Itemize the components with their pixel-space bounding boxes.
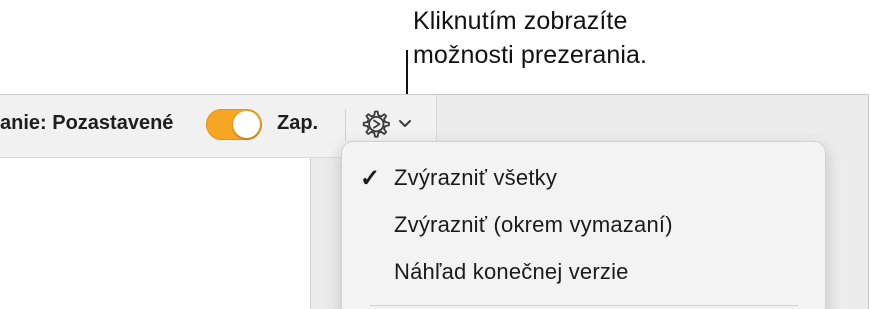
- tracking-label: anie: Pozastavené: [0, 112, 174, 134]
- menu-item-highlight-except-deletions[interactable]: Zvýrazniť (okrem vymazaní): [342, 203, 825, 247]
- menu-separator: [370, 305, 798, 306]
- menu-item-label: Zvýrazniť všetky: [394, 165, 558, 190]
- menu-item-final-preview[interactable]: Náhľad konečnej verzie: [342, 250, 825, 294]
- document-canvas: [0, 158, 311, 309]
- toolbar-divider: [345, 109, 346, 141]
- menu-item-label: Náhľad konečnej verzie: [394, 259, 629, 284]
- menu-item-highlight-all[interactable]: ✓ Zvýrazniť všetky: [342, 156, 825, 200]
- menu-item-label: Zvýrazniť (okrem vymazaní): [394, 212, 673, 237]
- screenshot-stage: Kliknutím zobrazíte možnosti prezerania.…: [0, 0, 870, 309]
- view-options-menu: ✓ Zvýrazniť všetky Zvýrazniť (okrem vyma…: [341, 141, 826, 309]
- tracking-toggle[interactable]: [206, 109, 262, 140]
- gear-icon: [362, 110, 390, 138]
- toggle-knob: [233, 111, 260, 138]
- tracking-state-label: Zap.: [277, 112, 319, 134]
- view-options-button[interactable]: [358, 109, 418, 143]
- callout-annotation: Kliknutím zobrazíte možnosti prezerania.: [413, 7, 648, 69]
- chevron-down-icon: [399, 120, 411, 127]
- checkmark-icon: ✓: [360, 165, 381, 192]
